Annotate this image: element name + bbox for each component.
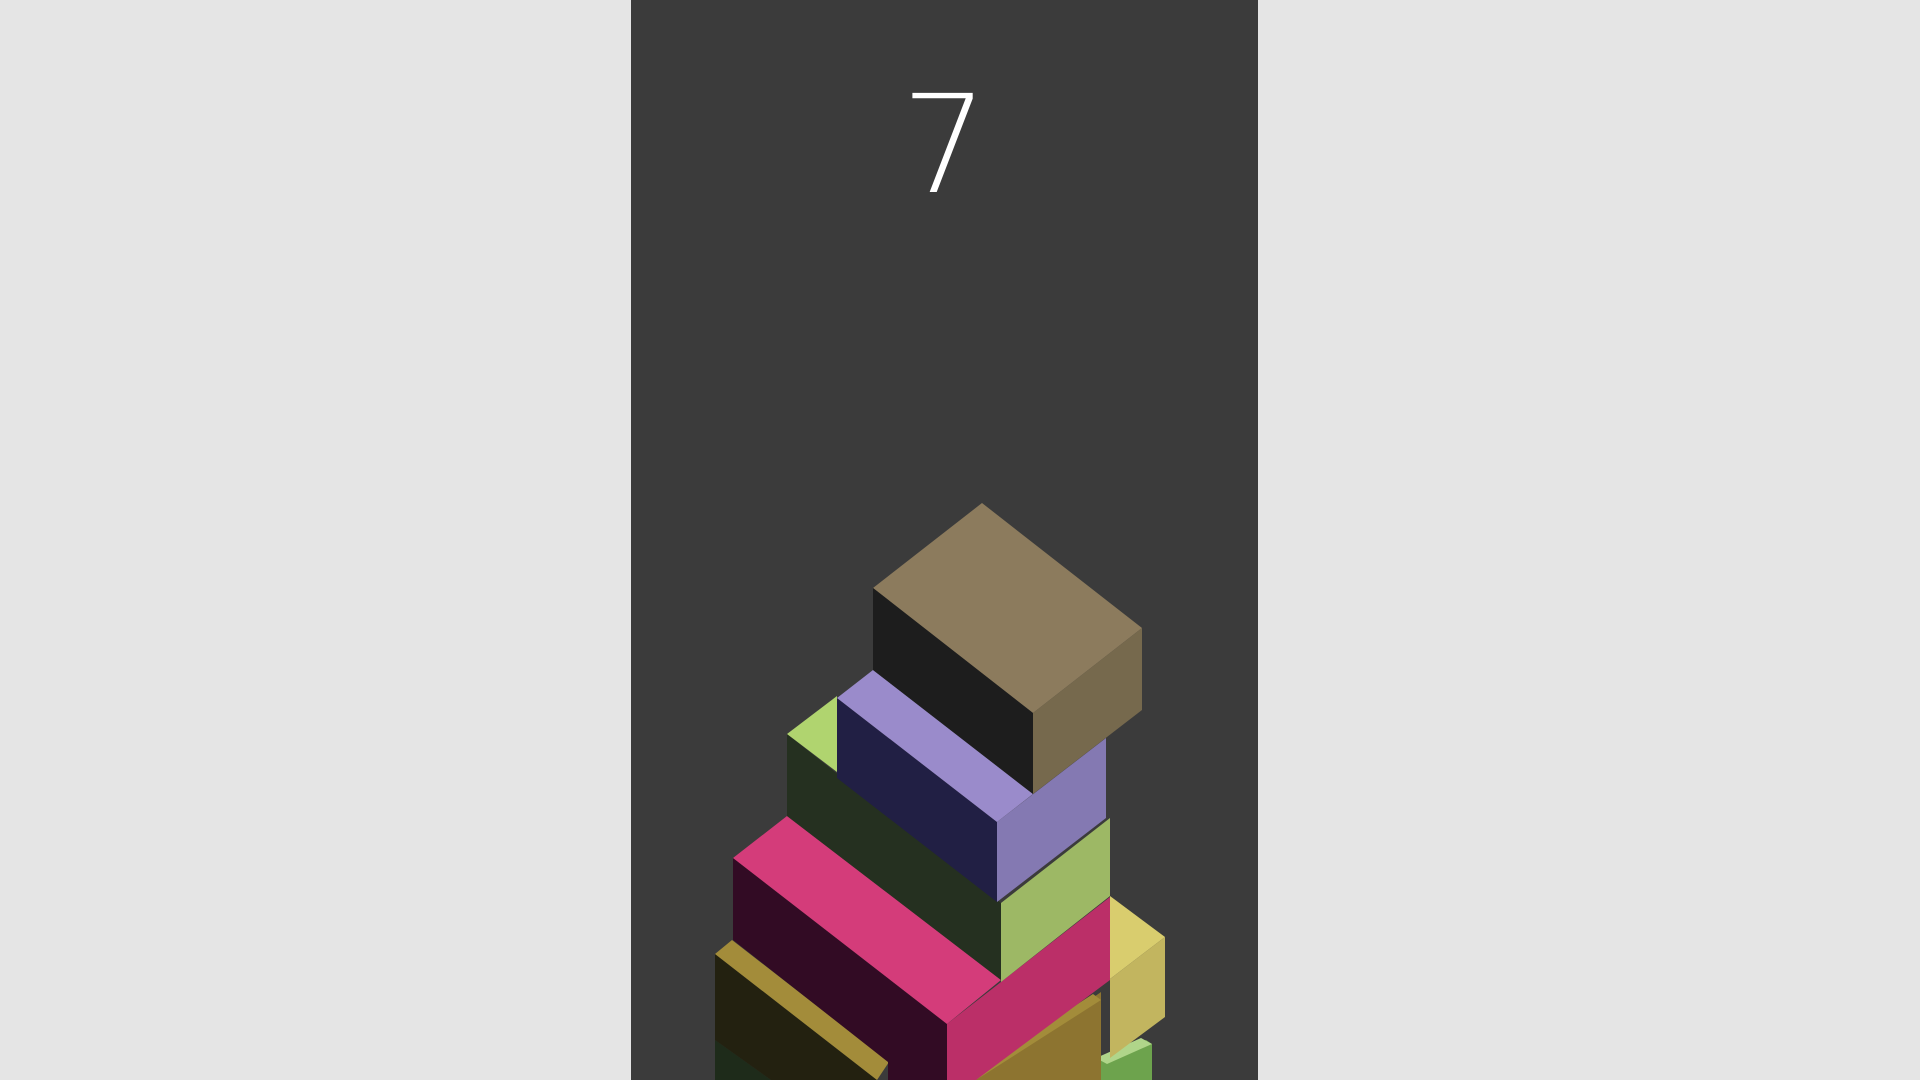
game-canvas[interactable]: 7 [631, 0, 1258, 1080]
score-counter: 7 [901, 67, 988, 225]
game-viewport: 7 [0, 0, 1920, 1080]
block-yellow [1110, 896, 1165, 1058]
